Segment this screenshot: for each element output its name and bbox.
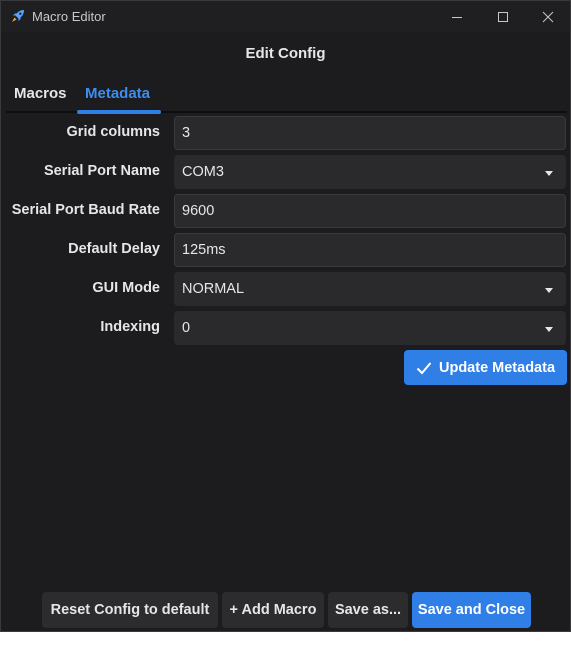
serial-port-name-value: COM3	[182, 164, 224, 180]
serial-port-name-label: Serial Port Name	[43, 163, 160, 179]
default-delay-value: 125ms	[182, 242, 226, 258]
indexing-select[interactable]: 0	[174, 311, 566, 345]
update-metadata-button[interactable]: Update Metadata	[404, 350, 567, 385]
title-bar[interactable]: Macro Editor	[1, 1, 570, 32]
serial-port-baud-rate-label: Serial Port Baud Rate	[11, 202, 160, 218]
add-macro-button[interactable]: + Add Macro	[222, 592, 324, 628]
chevron-down-icon	[545, 171, 553, 176]
rocket-icon	[11, 9, 25, 23]
maximize-button[interactable]	[480, 1, 526, 32]
tab-metadata[interactable]: Metadata	[85, 85, 150, 102]
macro-editor-window: Macro Editor Edit Config Macros Metadata…	[0, 0, 571, 632]
tab-macros[interactable]: Macros	[14, 85, 67, 102]
maximize-icon	[498, 11, 508, 22]
close-icon	[542, 11, 554, 22]
grid-columns-value: 3	[182, 125, 191, 141]
serial-port-baud-rate-input[interactable]: 9600	[174, 194, 566, 228]
window-title: Macro Editor	[32, 9, 106, 24]
dialog-title: Edit Config	[245, 45, 326, 62]
close-button[interactable]	[525, 1, 571, 32]
gui-mode-select[interactable]: NORMAL	[174, 272, 566, 306]
indexing-value: 0	[182, 320, 191, 336]
grid-columns-input[interactable]: 3	[174, 116, 566, 150]
gui-mode-value: NORMAL	[182, 281, 245, 297]
chevron-down-icon	[545, 327, 553, 332]
reset-config-button[interactable]: Reset Config to default	[42, 592, 218, 628]
minimize-button[interactable]	[434, 1, 480, 32]
serial-port-name-select[interactable]: COM3	[174, 155, 566, 189]
active-tab-indicator	[77, 110, 161, 114]
chevron-down-icon	[545, 288, 553, 293]
indexing-label: Indexing	[100, 319, 160, 335]
default-delay-label: Default Delay	[68, 241, 160, 257]
update-metadata-label: Update Metadata	[438, 359, 556, 376]
gui-mode-label: GUI Mode	[92, 280, 160, 296]
minimize-icon	[452, 16, 462, 18]
default-delay-input[interactable]: 125ms	[174, 233, 566, 267]
save-as-button[interactable]: Save as...	[328, 592, 408, 628]
check-icon	[416, 361, 432, 375]
save-and-close-button[interactable]: Save and Close	[412, 592, 531, 628]
grid-columns-label: Grid columns	[66, 124, 160, 140]
serial-port-baud-rate-value: 9600	[182, 203, 215, 219]
